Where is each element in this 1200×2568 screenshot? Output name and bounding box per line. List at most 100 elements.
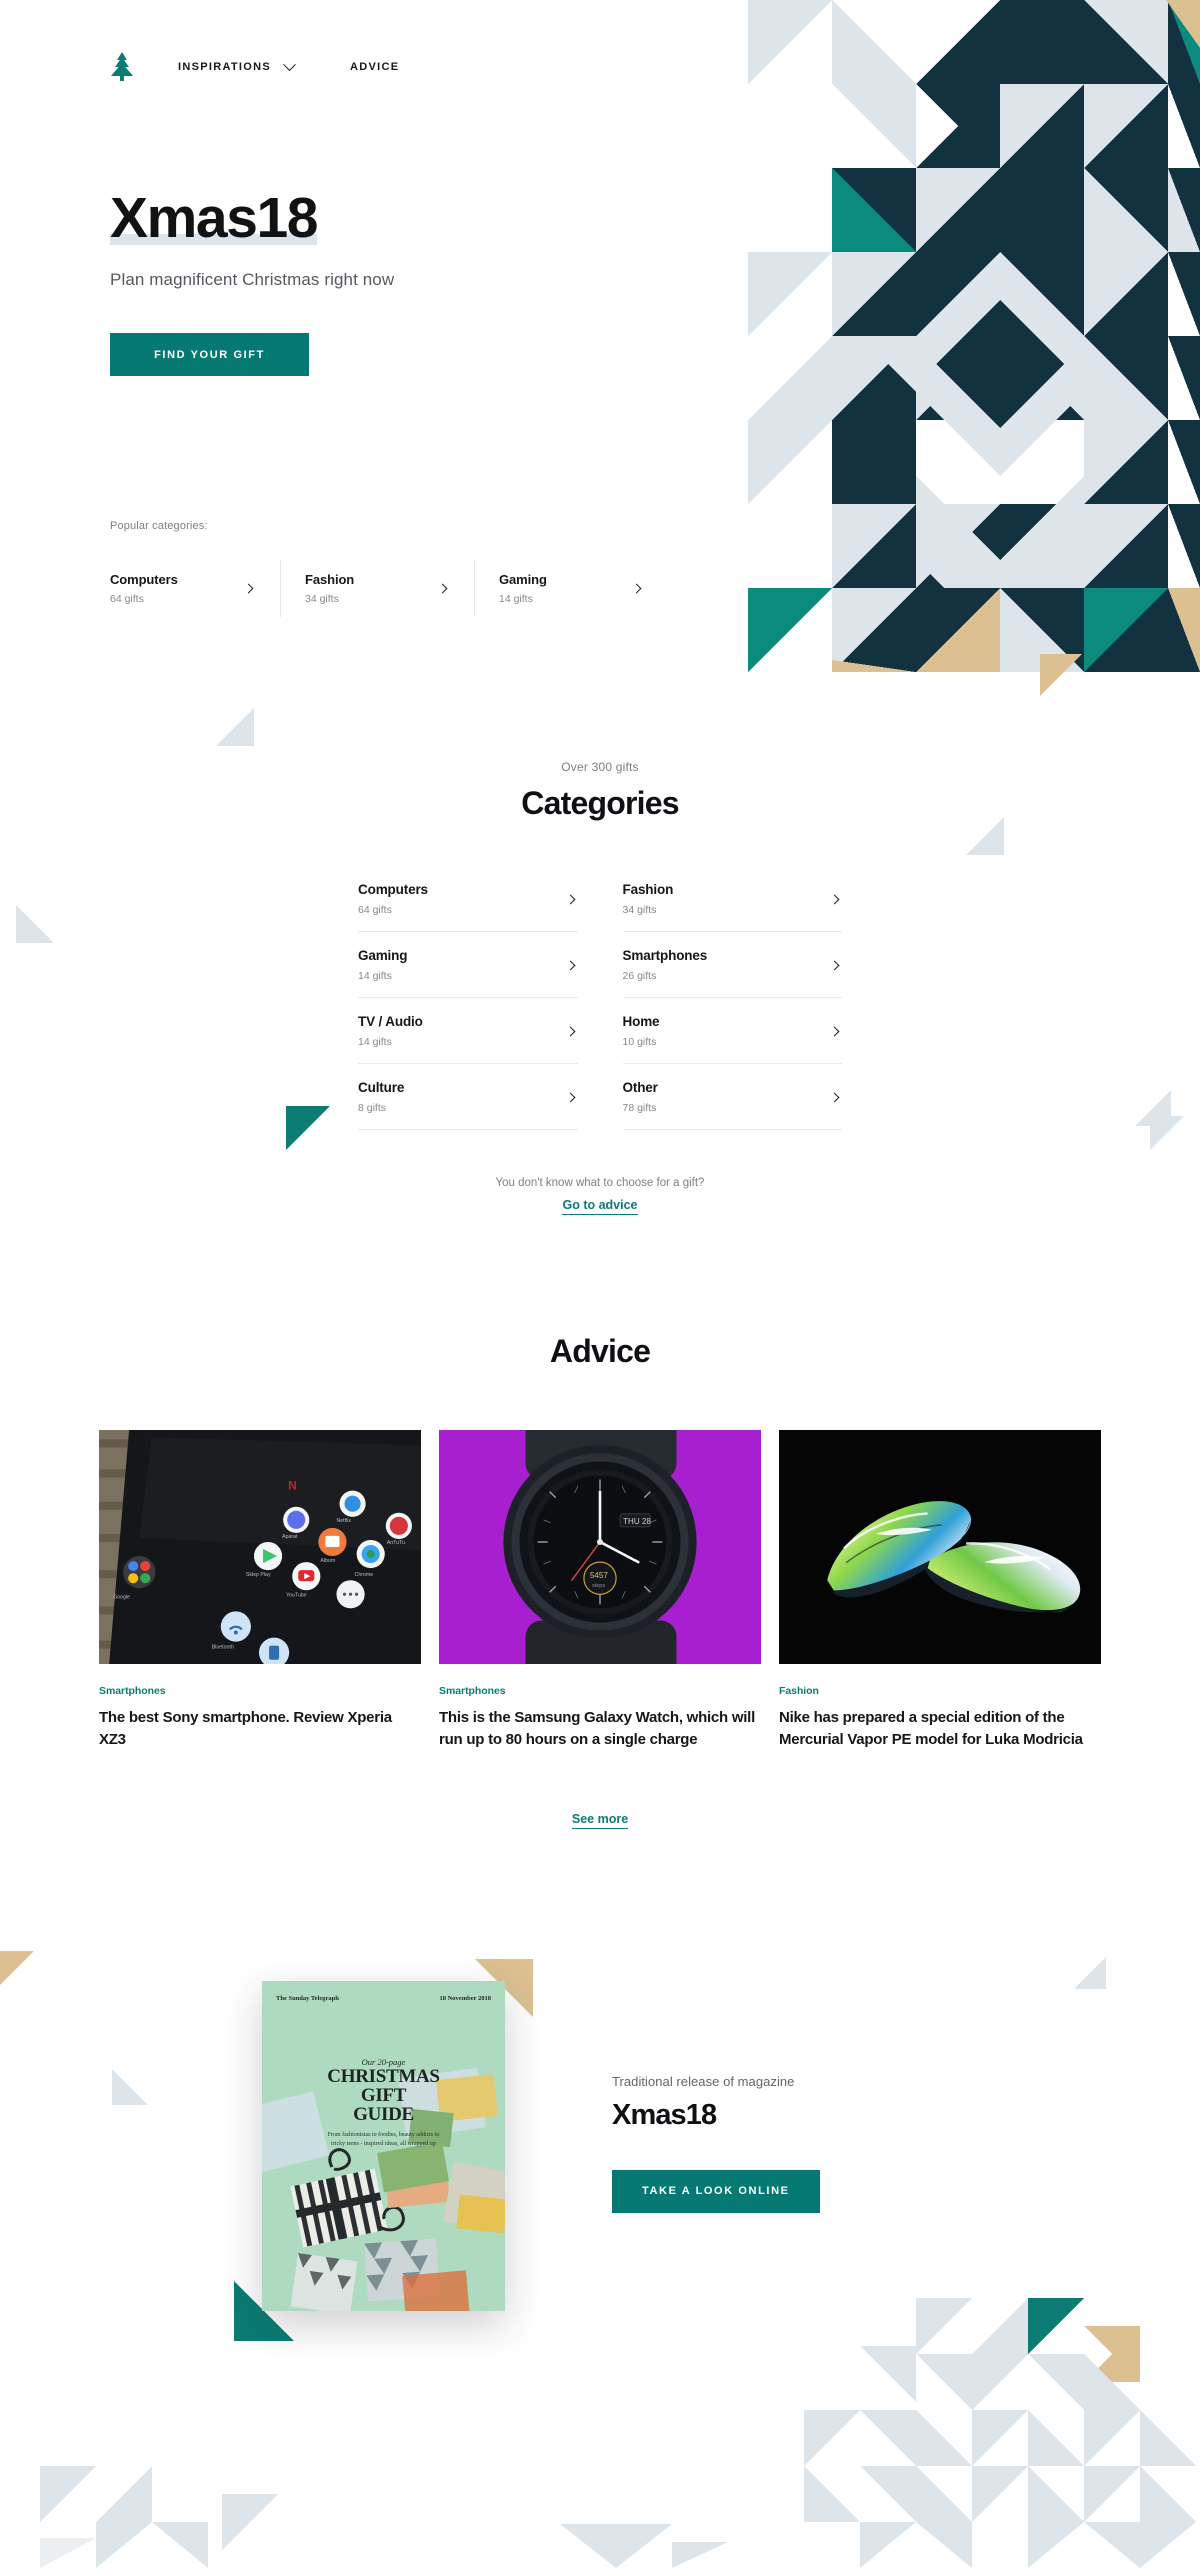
svg-text:steps: steps	[592, 1583, 605, 1589]
magazine-headline-2: GIFT	[360, 2085, 407, 2107]
popular-categories-row: Computers 64 gifts Fashion 34 gifts Gami…	[110, 560, 668, 617]
magazine-text-block: Traditional release of magazine Xmas18 T…	[612, 2074, 820, 2213]
svg-text:Bluetooth: Bluetooth	[212, 1645, 234, 1651]
chevron-right-icon	[565, 960, 575, 970]
chevron-down-icon	[283, 57, 296, 71]
hero-pattern-svg	[748, 0, 1200, 672]
popular-category-gaming[interactable]: Gaming 14 gifts	[474, 560, 668, 617]
category-item-gaming[interactable]: Gaming 14 gifts	[358, 932, 578, 998]
svg-text:N: N	[288, 1479, 297, 1493]
category-name: Other	[622, 1080, 658, 1095]
decor-triangle-mag-left-2	[112, 2068, 148, 2105]
popular-category-count: 34 gifts	[305, 593, 339, 605]
popular-categories-label: Popular categories:	[110, 520, 208, 532]
hero-copy: Xmas18 Plan magnificent Christmas right …	[110, 190, 394, 376]
main-navigation: INSPIRATIONS ADVICE	[110, 52, 399, 82]
advice-card-3-title: Nike has prepared a special edition of t…	[779, 1709, 1083, 1748]
category-name: Home	[622, 1014, 660, 1029]
category-item-other[interactable]: Other 78 gifts	[622, 1064, 842, 1130]
svg-text:Aparat: Aparat	[282, 1534, 298, 1540]
advice-card-1[interactable]: N Aparat Netflix AnTuTu Album Sklep Play…	[99, 1430, 421, 1751]
category-item-home[interactable]: Home 10 gifts	[622, 998, 842, 1064]
categories-question: You don't know what to choose for a gift…	[495, 1177, 705, 1189]
svg-text:Album: Album	[320, 1558, 335, 1564]
category-name: Smartphones	[622, 948, 708, 963]
categories-footer: You don't know what to choose for a gift…	[0, 1177, 1200, 1215]
category-name: Gaming	[358, 948, 408, 963]
advice-title: Advice	[0, 1333, 1200, 1370]
svg-text:Sklep Play: Sklep Play	[246, 1572, 271, 1578]
advice-card-2-image: THU 28 5457 steps	[439, 1430, 761, 1664]
svg-text:Chrome: Chrome	[355, 1572, 374, 1578]
svg-text:Netflix: Netflix	[336, 1518, 351, 1524]
categories-section: Over 300 gifts Categories Computers 64 g…	[0, 654, 1200, 1215]
hero-subtitle: Plan magnificent Christmas right now	[110, 270, 395, 289]
smartphone-home-screen-photo: N Aparat Netflix AnTuTu Album Sklep Play…	[99, 1430, 421, 1664]
svg-text:YouTube: YouTube	[286, 1592, 307, 1598]
magazine-kicker: Traditional release of magazine	[612, 2073, 795, 2089]
decor-triangle-mag-right	[1074, 1956, 1106, 1989]
decor-triangle-mag-left	[0, 1950, 34, 1985]
magazine-headline-3: GUIDE	[353, 2104, 414, 2126]
decor-triangle-right-4	[1150, 1116, 1184, 1150]
popular-category-name: Fashion	[305, 572, 355, 587]
take-a-look-online-button[interactable]: TAKE A LOOK ONLINE	[612, 2169, 820, 2213]
chevron-right-icon	[243, 583, 254, 594]
advice-card-3[interactable]: Fashion Nike has prepared a special edit…	[779, 1430, 1101, 1751]
advice-card-2[interactable]: THU 28 5457 steps Smartphones This is th…	[439, 1430, 761, 1751]
advice-card-1-tag: Smartphones	[99, 1685, 166, 1697]
chevron-right-icon	[829, 894, 840, 904]
chevron-right-icon	[829, 1026, 840, 1036]
magazine-title: Xmas18	[612, 2098, 717, 2131]
categories-eyebrow: Over 300 gifts	[561, 760, 639, 774]
category-item-computers[interactable]: Computers 64 gifts	[358, 866, 578, 932]
chevron-right-icon	[565, 1026, 575, 1036]
category-item-tv-audio[interactable]: TV / Audio 14 gifts	[358, 998, 578, 1064]
category-item-culture[interactable]: Culture 8 gifts	[358, 1064, 578, 1130]
popular-category-fashion[interactable]: Fashion 34 gifts	[280, 560, 474, 617]
magazine-cover-center: Our 20-page CHRISTMAS GIFT GUIDE From fa…	[262, 2057, 505, 2150]
go-to-advice-link[interactable]: Go to advice	[562, 1198, 638, 1215]
magazine-cover[interactable]: The Sunday Telegraph 18 November 2018 Ou…	[262, 1980, 505, 2311]
category-count: 78 gifts	[622, 1102, 657, 1114]
category-count: 64 gifts	[358, 904, 392, 916]
magazine-section: The Sunday Telegraph 18 November 2018 Ou…	[0, 1950, 1200, 2369]
samsung-galaxy-watch-photo: THU 28 5457 steps	[439, 1430, 761, 1664]
nav-links: INSPIRATIONS ADVICE	[178, 57, 399, 73]
see-more-wrap: See more	[0, 1803, 1200, 1829]
chevron-right-icon	[565, 1092, 575, 1102]
landing-page: INSPIRATIONS ADVICE Xmas18 Plan magnific…	[0, 0, 1200, 2568]
find-your-gift-button[interactable]: FIND YOUR GIFT	[110, 333, 309, 376]
category-item-smartphones[interactable]: Smartphones 26 gifts	[622, 932, 842, 998]
advice-section: Advice N Aparat Netflix AnTuTu Album Skl…	[0, 1333, 1200, 1829]
magazine-headline-1: CHRISTMAS	[327, 2065, 440, 2087]
category-count: 14 gifts	[358, 970, 392, 982]
magazine-date: 18 November 2018	[439, 1994, 491, 2002]
site-logo[interactable]	[110, 52, 134, 82]
see-more-link[interactable]: See more	[571, 1812, 629, 1829]
nav-item-advice[interactable]: ADVICE	[350, 61, 399, 73]
category-name: Computers	[358, 882, 428, 897]
nike-mercurial-boots-photo	[779, 1430, 1101, 1664]
hero-title: Xmas18	[110, 186, 319, 250]
decor-triangle-left-1	[216, 708, 254, 746]
advice-card-1-image: N Aparat Netflix AnTuTu Album Sklep Play…	[99, 1430, 421, 1664]
advice-cards: N Aparat Netflix AnTuTu Album Sklep Play…	[99, 1430, 1101, 1751]
magazine-masthead: The Sunday Telegraph	[276, 1994, 339, 2002]
chevron-right-icon	[829, 960, 840, 970]
nav-item-inspirations[interactable]: INSPIRATIONS	[178, 57, 296, 73]
popular-category-name: Computers	[110, 572, 178, 587]
category-name: Culture	[358, 1080, 405, 1095]
popular-category-computers[interactable]: Computers 64 gifts	[110, 560, 280, 617]
christmas-tree-icon	[111, 52, 133, 81]
svg-text:THU 28: THU 28	[623, 1517, 651, 1526]
svg-text:AnTuTu: AnTuTu	[387, 1540, 405, 1546]
chevron-right-icon	[437, 583, 448, 594]
chevron-right-icon	[631, 583, 642, 594]
popular-categories: Popular categories: Computers 64 gifts F…	[110, 520, 668, 617]
advice-card-2-title: This is the Samsung Galaxy Watch, which …	[439, 1709, 756, 1748]
hero-section: INSPIRATIONS ADVICE Xmas18 Plan magnific…	[0, 0, 1200, 672]
category-count: 10 gifts	[622, 1036, 657, 1048]
category-count: 8 gifts	[358, 1102, 387, 1114]
category-item-fashion[interactable]: Fashion 34 gifts	[622, 866, 842, 932]
